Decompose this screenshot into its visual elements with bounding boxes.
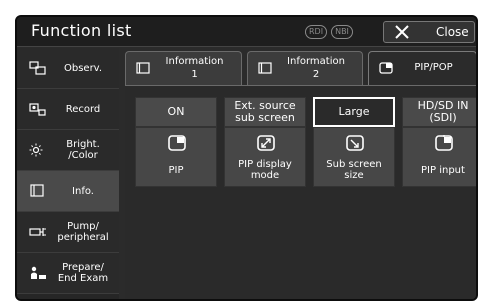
- sub-screen-size-label: Sub screen size: [326, 159, 382, 181]
- sub-screen-size-function: Large Sub screen size: [313, 97, 395, 187]
- pip-display-mode-icon: [257, 135, 275, 151]
- tab-label: PIP/POP: [414, 62, 453, 73]
- sidebar-item-label: Bright. /Color: [66, 139, 100, 161]
- mode-indicators: RDI NBI: [305, 25, 353, 39]
- sidebar-item-label: Info.: [72, 185, 94, 197]
- information-screen-icon: [258, 62, 272, 74]
- pip-input-function: HD/SD IN (SDI) PIP input: [402, 97, 476, 187]
- tab-label: Information 1: [165, 56, 224, 80]
- sidebar-item-prepare-end-exam[interactable]: Prepare/ End Exam: [17, 253, 119, 294]
- function-list-window: Function list RDI NBI Close Observ. Reco…: [15, 15, 478, 301]
- tab-information-1[interactable]: Information 1: [125, 51, 242, 85]
- tab-label: Information 2: [287, 56, 345, 80]
- pip-display-mode-value-button[interactable]: Ext. source sub screen: [224, 97, 306, 127]
- function-panel: ON PIP Ext. source sub screen PIP displa…: [125, 85, 476, 299]
- sidebar-item-label: Prepare/ End Exam: [57, 262, 109, 284]
- pip-display-mode-button[interactable]: PIP display mode: [224, 127, 306, 187]
- sidebar-item-observ[interactable]: Observ.: [17, 48, 119, 89]
- prepare-icon: [31, 266, 46, 279]
- pip-button[interactable]: PIP: [135, 127, 217, 187]
- sub-screen-size-icon: [346, 135, 364, 151]
- tab-information-2[interactable]: Information 2: [247, 51, 363, 85]
- sidebar-item-label: Pump/ peripheral: [57, 221, 109, 243]
- close-icon: [395, 25, 409, 39]
- tab-pip-pop[interactable]: PIP/POP: [368, 51, 476, 85]
- observation-icon: [29, 61, 46, 75]
- nbi-mode-badge: NBI: [331, 25, 353, 39]
- title-bar: Function list RDI NBI Close: [17, 17, 476, 47]
- record-icon: [29, 103, 46, 116]
- sidebar-item-pump-peripheral[interactable]: Pump/ peripheral: [17, 212, 119, 253]
- pip-input-button[interactable]: PIP input: [402, 127, 476, 187]
- sidebar: Observ. Record Bright. /Color Info. Pump…: [17, 48, 119, 299]
- sub-screen-size-value-button[interactable]: Large: [313, 97, 395, 127]
- close-button-label: Close: [436, 25, 469, 39]
- sidebar-item-brightness-color[interactable]: Bright. /Color: [17, 130, 119, 171]
- sub-screen-size-button[interactable]: Sub screen size: [313, 127, 395, 187]
- brightness-icon: [29, 143, 43, 157]
- pip-value-button[interactable]: ON: [135, 97, 217, 127]
- sidebar-item-label: Observ.: [63, 62, 102, 74]
- close-button[interactable]: Close: [383, 21, 475, 43]
- pip-input-label: PIP input: [421, 164, 465, 176]
- pip-display-mode-function: Ext. source sub screen PIP display mode: [224, 97, 306, 187]
- rdi-mode-badge: RDI: [305, 25, 328, 39]
- pip-function: ON PIP: [135, 97, 217, 187]
- pip-label: PIP: [168, 164, 184, 176]
- sidebar-item-label: Record: [65, 103, 101, 115]
- sidebar-item-record[interactable]: Record: [17, 89, 119, 130]
- pip-icon: [168, 135, 186, 151]
- info-icon: [30, 184, 44, 197]
- pump-icon: [29, 228, 46, 236]
- pip-icon: [379, 62, 393, 74]
- window-title: Function list: [31, 21, 132, 40]
- pip-display-mode-label: PIP display mode: [238, 159, 292, 181]
- tab-bar: Information 1 Information 2 PIP/POP: [125, 51, 476, 85]
- information-screen-icon: [136, 62, 150, 74]
- pip-input-value-button[interactable]: HD/SD IN (SDI): [402, 97, 476, 127]
- pip-input-icon: [435, 135, 453, 151]
- sidebar-item-info[interactable]: Info.: [17, 171, 119, 212]
